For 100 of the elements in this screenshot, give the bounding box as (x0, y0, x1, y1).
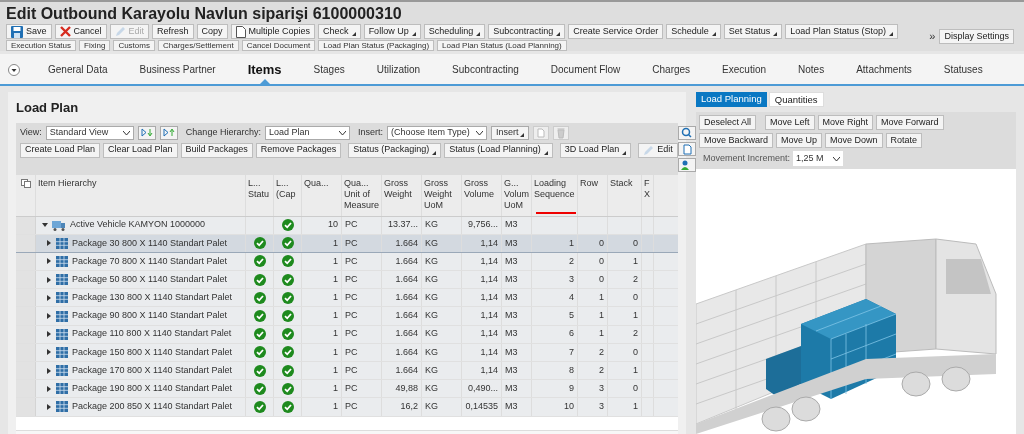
tab[interactable]: Business Partner (139, 65, 216, 84)
toolbar-button[interactable]: Create Service Order (568, 24, 664, 39)
column-header[interactable]: Gross Weight (384, 177, 419, 200)
tab[interactable]: General Data (48, 65, 108, 84)
table-cell: 0 (633, 382, 638, 396)
toolbar-button[interactable]: Status (Packaging) (348, 142, 442, 158)
expand-arrow-icon[interactable] (46, 294, 52, 301)
toolbar-button[interactable]: 3D Load Plan (559, 142, 632, 158)
toolbar-button[interactable]: Build Packages (180, 142, 253, 158)
toolbar-button[interactable]: Schedule (666, 24, 721, 39)
table-row[interactable]: Package 170 800 X 1140 Standart Palet 1 PC 1.664 KG 1,14 M3 8 2 1 (16, 362, 678, 381)
tab[interactable]: Utilization (376, 65, 421, 84)
toolbar-button[interactable]: Move Backward (699, 133, 774, 148)
hierarchy-select[interactable]: Load Plan (264, 125, 350, 140)
column-header[interactable]: Row (580, 177, 605, 189)
toolbar-button[interactable]: Scheduling (423, 24, 486, 39)
column-header[interactable]: Stack (610, 177, 639, 189)
column-header[interactable]: Loading Sequence (534, 177, 575, 200)
view-select[interactable]: Standard View (45, 125, 134, 140)
tab[interactable]: Attachments (856, 65, 912, 84)
table-row[interactable]: Package 200 850 X 1140 Standart Palet 1 PC 16,2 KG 0,14535 M3 10 3 1 (16, 398, 678, 417)
expand-arrow-icon[interactable] (46, 403, 52, 410)
toolbar-button[interactable]: Refresh (152, 24, 194, 39)
toolbar-button[interactable]: Cancel (54, 24, 107, 39)
toolbar-button[interactable]: Save (6, 24, 52, 39)
tab[interactable]: Execution (722, 65, 767, 84)
check-circle-icon (281, 255, 294, 268)
toolbar-button[interactable]: Cancel Document (241, 40, 316, 51)
toolbar-button[interactable]: Set Status (723, 24, 783, 39)
insert-button[interactable]: Insert (490, 125, 530, 140)
column-header[interactable]: F X (644, 177, 651, 200)
column-header[interactable]: Qua... Unit of Measure (344, 177, 379, 211)
check-circle-icon (281, 382, 294, 395)
toolbar-button[interactable]: Move Left (765, 115, 815, 130)
expand-arrow-icon[interactable] (46, 349, 52, 356)
tab[interactable]: Subcontracting (452, 65, 519, 84)
toolbar-button[interactable]: Customs (113, 40, 155, 51)
save-icon (11, 25, 23, 38)
tab[interactable]: Document Flow (550, 65, 621, 84)
expand-arrow-icon[interactable] (46, 258, 52, 265)
toolbar-button[interactable]: Move Forward (876, 115, 944, 130)
search-icon[interactable] (677, 125, 696, 140)
table-row[interactable]: Package 130 800 X 1140 Standart Palet 1 PC 1.664 KG 1,14 M3 4 1 0 (16, 289, 678, 308)
overflow-icon[interactable]: » (929, 28, 936, 45)
toolbar-button[interactable]: Clear Load Plan (103, 142, 178, 158)
column-header[interactable]: Item Hierarchy (38, 177, 243, 189)
toolbar-button[interactable]: Fixing (79, 40, 111, 51)
toolbar-button[interactable]: Remove Packages (255, 142, 342, 158)
expand-arrow-icon[interactable] (46, 385, 52, 392)
expand-arrow-icon[interactable] (46, 313, 52, 320)
toolbar-button[interactable]: Move Down (825, 133, 883, 148)
item-type-select[interactable]: (Choose Item Type) (386, 125, 487, 140)
column-header[interactable]: Gross Volume (464, 177, 499, 200)
column-header[interactable]: L... Statu (248, 177, 271, 200)
toolbar-button[interactable]: Move Up (776, 133, 823, 148)
toolbar-button[interactable]: Rotate (885, 133, 923, 148)
select-all-icon[interactable] (20, 178, 31, 188)
expand-arrow-icon[interactable] (46, 367, 52, 374)
expand-arrow-icon[interactable] (46, 276, 52, 283)
increment-select[interactable]: 1,25 M (793, 151, 844, 166)
toolbar-button[interactable]: Multiple Copies (230, 24, 316, 39)
toolbar-button[interactable]: Deselect All (699, 115, 757, 130)
expand-arrow-icon[interactable] (46, 240, 52, 247)
check-circle-icon (281, 273, 294, 286)
toolbar-button[interactable]: Subcontracting (488, 24, 566, 39)
column-header[interactable]: Qua... (304, 177, 339, 189)
display-settings-button[interactable]: Display Settings (939, 28, 1014, 44)
toolbar-button[interactable]: Execution Status (6, 40, 77, 51)
toolbar-button[interactable]: Move Right (817, 115, 874, 130)
table-cell-text: 0 (633, 236, 638, 250)
tab[interactable]: Load Planning (696, 92, 767, 107)
toolbar-button[interactable]: Copy (196, 24, 228, 39)
table-row[interactable]: Package 50 800 X 1140 Standart Palet 1 PC 1.664 KG 1,14 M3 3 0 2 (16, 271, 678, 290)
user-settings-icon[interactable] (677, 157, 696, 172)
collapse-all-button[interactable] (159, 125, 178, 140)
tab[interactable]: Notes (798, 65, 825, 84)
toolbar-button[interactable]: Follow Up (363, 24, 421, 39)
collapse-arrow-icon[interactable] (42, 222, 48, 229)
expand-all-button[interactable] (137, 125, 156, 140)
tab[interactable]: Quantities (768, 92, 824, 107)
column-header[interactable]: Gross Weight UoM (424, 177, 459, 211)
toolbar-button[interactable]: Load Plan Status (Stop) (785, 24, 898, 39)
table-row[interactable]: Package 190 800 X 1140 Standart Palet 1 PC 49,88 KG 0,490... M3 9 3 0 (16, 380, 678, 399)
table-row[interactable]: Package 90 800 X 1140 Standart Palet 1 PC 1.664 KG 1,14 M3 5 1 1 (16, 307, 678, 326)
toolbar-button[interactable]: Charges/Settlement (157, 40, 239, 51)
tab[interactable]: Stages (313, 65, 345, 84)
toolbar-button[interactable]: Edit (638, 142, 678, 158)
column-header[interactable]: G... Volum UoM (504, 177, 529, 211)
toolbar-button[interactable]: Create Load Plan (20, 142, 101, 158)
tab[interactable]: Items (247, 63, 282, 84)
table-cell-text: 2 (569, 254, 574, 268)
tab[interactable]: Charges (652, 65, 691, 84)
toolbar-button[interactable]: Check (318, 24, 361, 39)
tab[interactable]: Statuses (943, 65, 983, 84)
dropdown-circle-icon[interactable] (8, 64, 20, 76)
column-header[interactable]: L... (Cap (276, 177, 299, 200)
toolbar-button[interactable]: Status (Load Planning) (444, 142, 553, 158)
toolbar-button[interactable]: Load Plan Status (Packaging) (318, 40, 435, 51)
expand-arrow-icon[interactable] (46, 331, 52, 338)
toolbar-button[interactable]: Load Plan Status (Load Planning) (437, 40, 567, 51)
